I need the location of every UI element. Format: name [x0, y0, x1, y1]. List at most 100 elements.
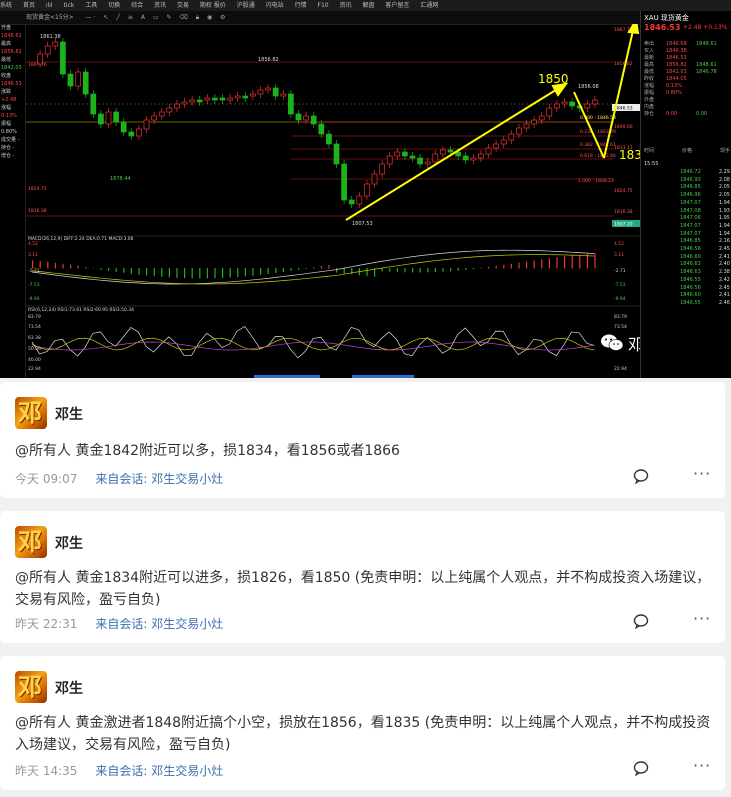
rect-icon[interactable]: ▭ [153, 11, 159, 24]
eye-icon[interactable]: ◉ [207, 11, 212, 24]
menu-item[interactable]: 工具 [85, 2, 97, 9]
candle [546, 107, 553, 117]
menu-item[interactable]: 汇通网 [420, 2, 438, 9]
candle [196, 99, 203, 103]
candle [523, 123, 530, 129]
candle [242, 95, 249, 99]
candle [584, 103, 591, 109]
quote-panel: XAU 现货黄金 1846.53 +2.48 +0.13% 卖出 1846.68 1… [640, 11, 731, 378]
pen-icon[interactable]: ✎ [166, 11, 171, 24]
comment-icon[interactable] [633, 613, 649, 629]
candle [257, 89, 264, 95]
lock-icon[interactable]: 🔒︎ [196, 11, 199, 24]
rsi-axis: 22.94 [614, 366, 627, 372]
macd-axis: -2.71 [28, 268, 40, 274]
macd-bar [92, 268, 94, 269]
fib-icon[interactable]: ≡ [128, 11, 133, 24]
fib-levels [26, 61, 640, 307]
candle [272, 87, 279, 97]
candle [561, 101, 568, 105]
candle [303, 115, 309, 121]
tick-price: 1846.60 [680, 253, 701, 260]
rsi-axis: 22.94 [28, 366, 41, 372]
macd-bar [199, 268, 201, 279]
quote-price: 1846.53 [644, 23, 681, 32]
tick-volume: 2.16 [718, 238, 730, 245]
menu-item[interactable]: F10 [318, 2, 329, 9]
comment-icon[interactable] [633, 760, 649, 776]
scroll-handle[interactable] [352, 375, 414, 378]
menu-item[interactable]: 系统 [0, 2, 12, 9]
macd-bar [222, 268, 224, 278]
gear-icon[interactable]: ⚙ [220, 11, 225, 24]
quote-row: 最高 1856.82 1848.61 [644, 62, 730, 69]
source-link[interactable]: 来自会话: 邓生交易小灶 [95, 762, 223, 779]
menu-item[interactable]: ılıl [46, 2, 53, 9]
macd-bar [533, 260, 535, 269]
menu-item[interactable]: 期权 报价 [200, 2, 226, 9]
comment-icon[interactable] [633, 468, 649, 484]
tick-list[interactable]: 1846.72 2.29 1846.93 2.08 1846.85 2.05 1846.96… [644, 169, 730, 308]
macd-bar [168, 268, 170, 278]
rsi-label: RSI(6,12,24) RSI1:73.61 RSI2:60.95 RSI3:… [28, 307, 134, 313]
quote-key: 内盘 [644, 104, 655, 110]
macd-bar [571, 255, 573, 269]
menu-item[interactable]: 行情 [295, 2, 307, 9]
menu-item[interactable]: 闪电站 [266, 2, 284, 9]
source-link[interactable]: 来自会话: 邓生交易小灶 [95, 470, 223, 487]
text-icon[interactable]: A [141, 11, 145, 24]
eraser-icon[interactable]: ⌫ [179, 11, 187, 24]
avatar[interactable]: 邓 [15, 526, 47, 558]
candle [440, 149, 446, 155]
cursor-icon[interactable]: ↖ [103, 11, 108, 24]
menu-item[interactable]: 交易 [177, 2, 189, 9]
avatar[interactable]: 邓 [15, 397, 47, 429]
menu-item[interactable]: 综合 [131, 2, 143, 9]
scroll-handle[interactable] [254, 375, 320, 378]
author-name[interactable]: 邓生 [55, 533, 83, 553]
symbol-label[interactable]: 现货黄金<15分> [26, 14, 74, 21]
more-button[interactable]: ··· [693, 464, 711, 483]
menu-item[interactable]: 资讯 [340, 2, 352, 9]
chart-panel[interactable]: 系统 首页 ılıl tick 工具 切换 综合 资讯 交易 期权 报价 沪股通… [0, 0, 731, 378]
tick-volume: 2.29 [718, 169, 730, 175]
candle [470, 157, 477, 161]
source-link[interactable]: 来自会话: 邓生交易小灶 [95, 615, 223, 632]
macd-bar [130, 268, 132, 274]
author-name[interactable]: 邓生 [55, 678, 83, 698]
menu-item[interactable]: 首页 [23, 2, 35, 9]
macd-bar [138, 268, 140, 275]
menu-item[interactable]: 资讯 [154, 2, 166, 9]
menu-item[interactable]: tick [63, 2, 74, 9]
quote-value: 1842.03 [666, 69, 687, 75]
tick-volume: 2.40 [718, 261, 730, 268]
macd-bar [480, 267, 482, 269]
macd-bar [465, 268, 467, 270]
macd-bar [214, 268, 216, 279]
menu-item[interactable]: 解盘 [362, 2, 374, 9]
macd-bar [290, 268, 292, 272]
candle [136, 128, 142, 137]
line-tool-icon[interactable]: — · [86, 11, 96, 24]
quote-change: +2.48 +0.13% [683, 24, 728, 31]
more-button[interactable]: ··· [693, 609, 711, 628]
macd-bar [343, 268, 345, 274]
macd-bar [39, 260, 41, 269]
candles [37, 38, 598, 208]
tick-row: 1846.63 2.38 [644, 269, 730, 277]
menu-item[interactable]: 沪股通 [237, 2, 255, 9]
macd-bar [184, 268, 186, 279]
post-time: 昨天 14:35 [15, 764, 78, 778]
fib-618-label: 0.618 : 1832.84 [580, 153, 616, 159]
quote-value: 0.80% [666, 90, 682, 96]
macd-bar [579, 254, 581, 269]
info-row: 成交量 - [1, 137, 20, 143]
menu-item[interactable]: 切换 [108, 2, 120, 9]
avatar[interactable]: 邓 [15, 671, 47, 703]
trendline-icon[interactable]: ╱ [116, 11, 120, 24]
menu-item[interactable]: 客户留言 [385, 2, 409, 9]
candle [158, 111, 165, 117]
macd-bar [191, 268, 193, 279]
more-button[interactable]: ··· [693, 756, 711, 775]
author-name[interactable]: 邓生 [55, 404, 83, 424]
